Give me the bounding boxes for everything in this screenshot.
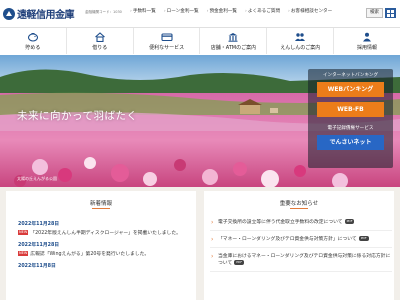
header-link-loan-rates[interactable]: ローン金利一覧 bbox=[164, 8, 199, 14]
search-button[interactable]: 検索 bbox=[366, 8, 383, 18]
header-link-fees[interactable]: 手数料一覧 bbox=[130, 8, 156, 14]
nav-label: えんしんのご案内 bbox=[280, 44, 321, 51]
grid-icon[interactable] bbox=[385, 8, 396, 18]
house-icon bbox=[94, 31, 106, 42]
piggy-bank-icon bbox=[27, 32, 39, 42]
important-item[interactable]: 当金庫におけるマネー・ローンダリング及びテロ資金供与対策に係る対応方針についてP… bbox=[210, 248, 392, 272]
logo[interactable]: 遠軽信用金庫 bbox=[3, 6, 75, 21]
nav-label: 店舗・ATMのご案内 bbox=[210, 44, 257, 51]
web-banking-button[interactable]: WEBバンキング bbox=[317, 82, 384, 97]
nav-item-save[interactable]: 貯める bbox=[0, 28, 67, 54]
new-badge: NEW bbox=[18, 230, 29, 235]
nav-item-about[interactable]: えんしんのご案内 bbox=[267, 28, 335, 54]
title-underline bbox=[290, 208, 308, 209]
web-fb-button[interactable]: WEB-FB bbox=[317, 102, 384, 117]
news-date: 2022年11月28日 bbox=[18, 222, 60, 227]
nav-item-services[interactable]: 便利なサービス bbox=[134, 28, 201, 54]
news-text: 「2022年版えんしん半期ディスクロージャー」を掲載いたしました。 bbox=[30, 231, 181, 236]
important-list: 電子交換所の設立等に伴う代金取立手数料の改定についてPDF 「マネー・ローンダリ… bbox=[210, 214, 392, 272]
important-card: 重要なお知らせ 電子交換所の設立等に伴う代金取立手数料の改定についてPDF 「マ… bbox=[204, 191, 394, 300]
building-icon bbox=[227, 32, 239, 42]
news-date: 2022年11月28日 bbox=[18, 243, 60, 248]
people-icon bbox=[294, 32, 306, 42]
nav-label: 採用情報 bbox=[357, 44, 378, 51]
bank-code: 金融機関コード：1030 bbox=[85, 10, 122, 14]
news-card: 新着情報 2022年11月28日 NEW 「2022年版えんしん半期ディスクロージ… bbox=[6, 191, 196, 300]
nav-label: 借りる bbox=[92, 44, 108, 51]
pdf-icon: PDF bbox=[234, 260, 245, 265]
nav-item-branches[interactable]: 店舗・ATMのご案内 bbox=[200, 28, 268, 54]
important-text: 当金庫におけるマネー・ローンダリング及びテロ資金供与対策に係る対応方針について bbox=[218, 254, 391, 266]
header-link-deposit-rates[interactable]: 預金金利一覧 bbox=[207, 8, 237, 14]
ebank-heading: 電子記録債権サービス bbox=[327, 126, 374, 131]
panel-heading: インターネットバンキング bbox=[322, 73, 379, 78]
nav-item-recruit[interactable]: 採用情報 bbox=[334, 28, 400, 54]
important-text: 「マネー・ローンダリング及びテロ資金供与対策方針」について bbox=[218, 237, 357, 242]
header-link-faq[interactable]: よくあるご質問 bbox=[245, 8, 280, 14]
news-text: 広報誌「Wingえんがる」第20号を発行いたしました。 bbox=[30, 252, 150, 257]
nav-item-borrow[interactable]: 借りる bbox=[67, 28, 134, 54]
main-nav: 貯める 借りる 便利なサービス 店舗・ATMのご案内 えんしんのご案内 採用情報 bbox=[0, 27, 400, 55]
pdf-icon: PDF bbox=[358, 236, 369, 241]
important-text: 電子交換所の設立等に伴う代金取立手数料の改定について bbox=[218, 220, 343, 225]
logo-text: 遠軽信用金庫 bbox=[17, 10, 75, 21]
logo-mark-icon bbox=[3, 7, 15, 20]
densai-button[interactable]: でんさいネット bbox=[317, 135, 384, 150]
important-item[interactable]: 電子交換所の設立等に伴う代金取立手数料の改定についてPDF bbox=[210, 214, 392, 231]
site-header: 遠軽信用金庫 金融機関コード：1030 手数料一覧 ローン金利一覧 預金金利一覧… bbox=[0, 0, 400, 27]
news-title: 新着情報 bbox=[89, 201, 112, 207]
card-icon bbox=[161, 32, 173, 42]
hero-tagline: 未来に向かって羽ばたく bbox=[17, 110, 138, 122]
news-date: 2022年11月8日 bbox=[18, 264, 56, 269]
important-title: 重要なお知らせ bbox=[279, 201, 319, 207]
header-links: 手数料一覧 ローン金利一覧 預金金利一覧 よくあるご質問 お客様相談センター bbox=[130, 8, 340, 14]
nav-label: 便利なサービス bbox=[149, 44, 185, 51]
news-item[interactable]: 2022年11月28日 NEW 広報誌「Wingえんがる」第20号を発行いたしまし… bbox=[18, 241, 194, 258]
nav-label: 貯める bbox=[25, 44, 41, 51]
title-underline bbox=[92, 208, 110, 209]
header-link-support[interactable]: お客様相談センター bbox=[288, 8, 332, 14]
news-item[interactable]: 2022年11月8日 bbox=[18, 262, 194, 269]
internet-banking-panel: インターネットバンキング WEBバンキング WEB-FB 電子記録債権サービス … bbox=[308, 69, 393, 168]
news-item[interactable]: 2022年11月28日 NEW 「2022年版えんしん半期ディスクロージャー」を掲… bbox=[18, 220, 194, 237]
pdf-icon: PDF bbox=[344, 219, 355, 224]
new-badge: NEW bbox=[18, 251, 29, 256]
hero-caption: 太陽の丘えんがる公園 bbox=[17, 176, 57, 181]
news-list: 2022年11月28日 NEW 「2022年版えんしん半期ディスクロージャー」を掲… bbox=[18, 216, 194, 269]
person-icon bbox=[361, 32, 373, 42]
important-item[interactable]: 「マネー・ローンダリング及びテロ資金供与対策方針」についてPDF bbox=[210, 231, 392, 248]
